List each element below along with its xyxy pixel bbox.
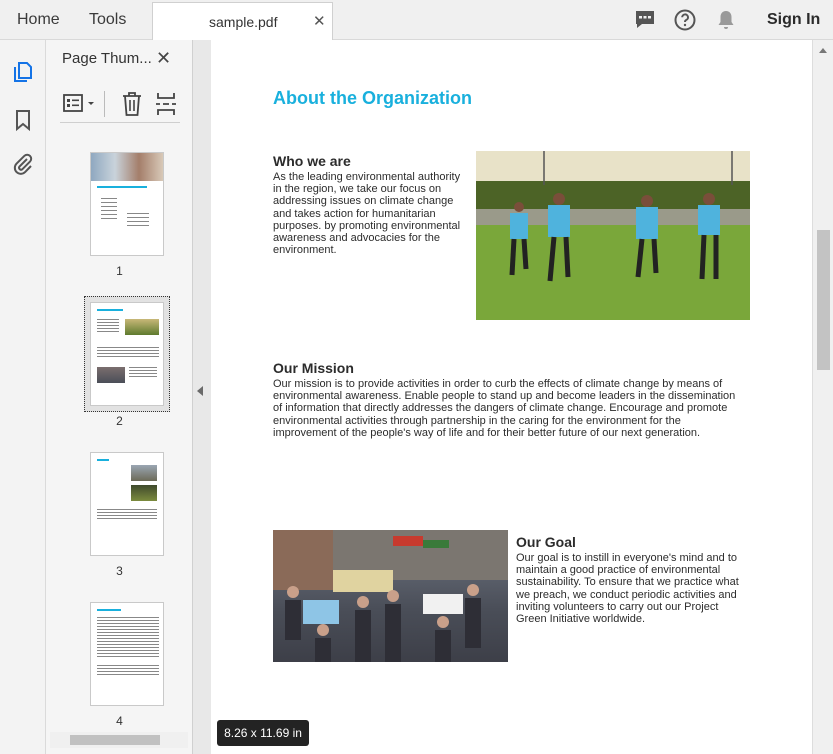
our-goal-body: Our goal is to instill in everyone's min… — [516, 552, 748, 625]
close-tab-icon[interactable]: ✕ — [313, 3, 326, 41]
page-heading: About the Organization — [273, 88, 472, 109]
bookmark-icon[interactable] — [11, 108, 35, 132]
thumbnail-text-block — [97, 617, 159, 657]
runners-illustration — [476, 151, 750, 320]
our-goal-title: Our Goal — [516, 534, 576, 550]
page-number-1: 1 — [46, 264, 193, 278]
close-panel-icon[interactable]: ✕ — [156, 48, 171, 69]
page-thumbnails-icon[interactable] — [11, 60, 35, 84]
our-mission-body: Our mission is to provide activities in … — [273, 378, 745, 439]
attachment-icon[interactable] — [11, 152, 35, 176]
march-illustration — [273, 530, 508, 662]
thumbnail-image — [125, 319, 159, 335]
page-thumbnails-panel: Page Thum... ✕ 1 2 — [46, 40, 193, 754]
delete-page-icon[interactable] — [120, 91, 144, 117]
thumbnail-text-block — [97, 509, 157, 519]
thumbnail-image — [97, 367, 125, 383]
page-thumbnail-2[interactable] — [90, 302, 164, 406]
who-we-are-body: As the leading environmental authority i… — [273, 171, 469, 256]
thumbnail-line — [97, 186, 147, 188]
comment-icon[interactable] — [633, 8, 657, 32]
thumbnail-text-block — [129, 367, 157, 379]
bell-icon[interactable] — [714, 8, 738, 32]
home-tab[interactable]: Home — [17, 0, 60, 40]
panel-title: Page Thum... — [62, 50, 152, 67]
page-thumbnail-4[interactable] — [90, 602, 164, 706]
scrollbar-thumb[interactable] — [817, 230, 830, 370]
page-thumbnail-1[interactable] — [90, 152, 164, 256]
thumbnail-image — [131, 465, 157, 481]
tools-tab[interactable]: Tools — [89, 0, 126, 40]
document-tab-label: sample.pdf — [209, 3, 277, 41]
panel-collapse-strip[interactable] — [193, 40, 211, 754]
toolbar-divider — [104, 91, 105, 117]
help-icon[interactable] — [673, 8, 697, 32]
page-size-tooltip: 8.26 x 11.69 in — [217, 720, 309, 746]
our-mission-title: Our Mission — [273, 360, 354, 376]
thumbnail-text-block — [97, 347, 159, 357]
runners-photo — [476, 151, 750, 320]
thumbnail-text-block — [101, 198, 117, 222]
panel-horizontal-scrollbar[interactable] — [50, 732, 188, 748]
thumbnail-line — [97, 609, 121, 611]
page-thumbnail-3[interactable] — [90, 452, 164, 556]
page-number-4: 4 — [46, 714, 193, 728]
thumbnail-text-block — [97, 319, 119, 333]
thumbnail-text-block — [127, 213, 149, 229]
page-break-icon[interactable] — [154, 91, 178, 117]
panel-toolbar — [60, 87, 180, 123]
climate-march-photo — [273, 530, 508, 662]
thumbnail-image — [131, 485, 157, 501]
scroll-up-icon[interactable] — [818, 46, 828, 54]
scrollbar-thumb[interactable] — [70, 735, 160, 745]
thumbnail-image — [91, 153, 163, 181]
sign-in-button[interactable]: Sign In — [767, 0, 820, 40]
page-number-3: 3 — [46, 564, 193, 578]
tool-rail — [0, 40, 46, 754]
document-viewer: About the Organization Who we are As the… — [211, 40, 812, 754]
thumbnail-line — [97, 459, 109, 461]
collapse-arrow-icon[interactable] — [197, 386, 203, 396]
top-bar: Home Tools sample.pdf ✕ Sign In — [0, 0, 833, 40]
page-number-2: 2 — [46, 414, 193, 428]
thumbnail-text-block — [97, 665, 159, 677]
thumbnail-options-icon[interactable] — [62, 93, 98, 115]
thumbnail-line — [97, 309, 123, 311]
who-we-are-title: Who we are — [273, 153, 351, 169]
document-tab[interactable]: sample.pdf ✕ — [152, 2, 333, 40]
document-vertical-scrollbar[interactable] — [812, 40, 833, 754]
